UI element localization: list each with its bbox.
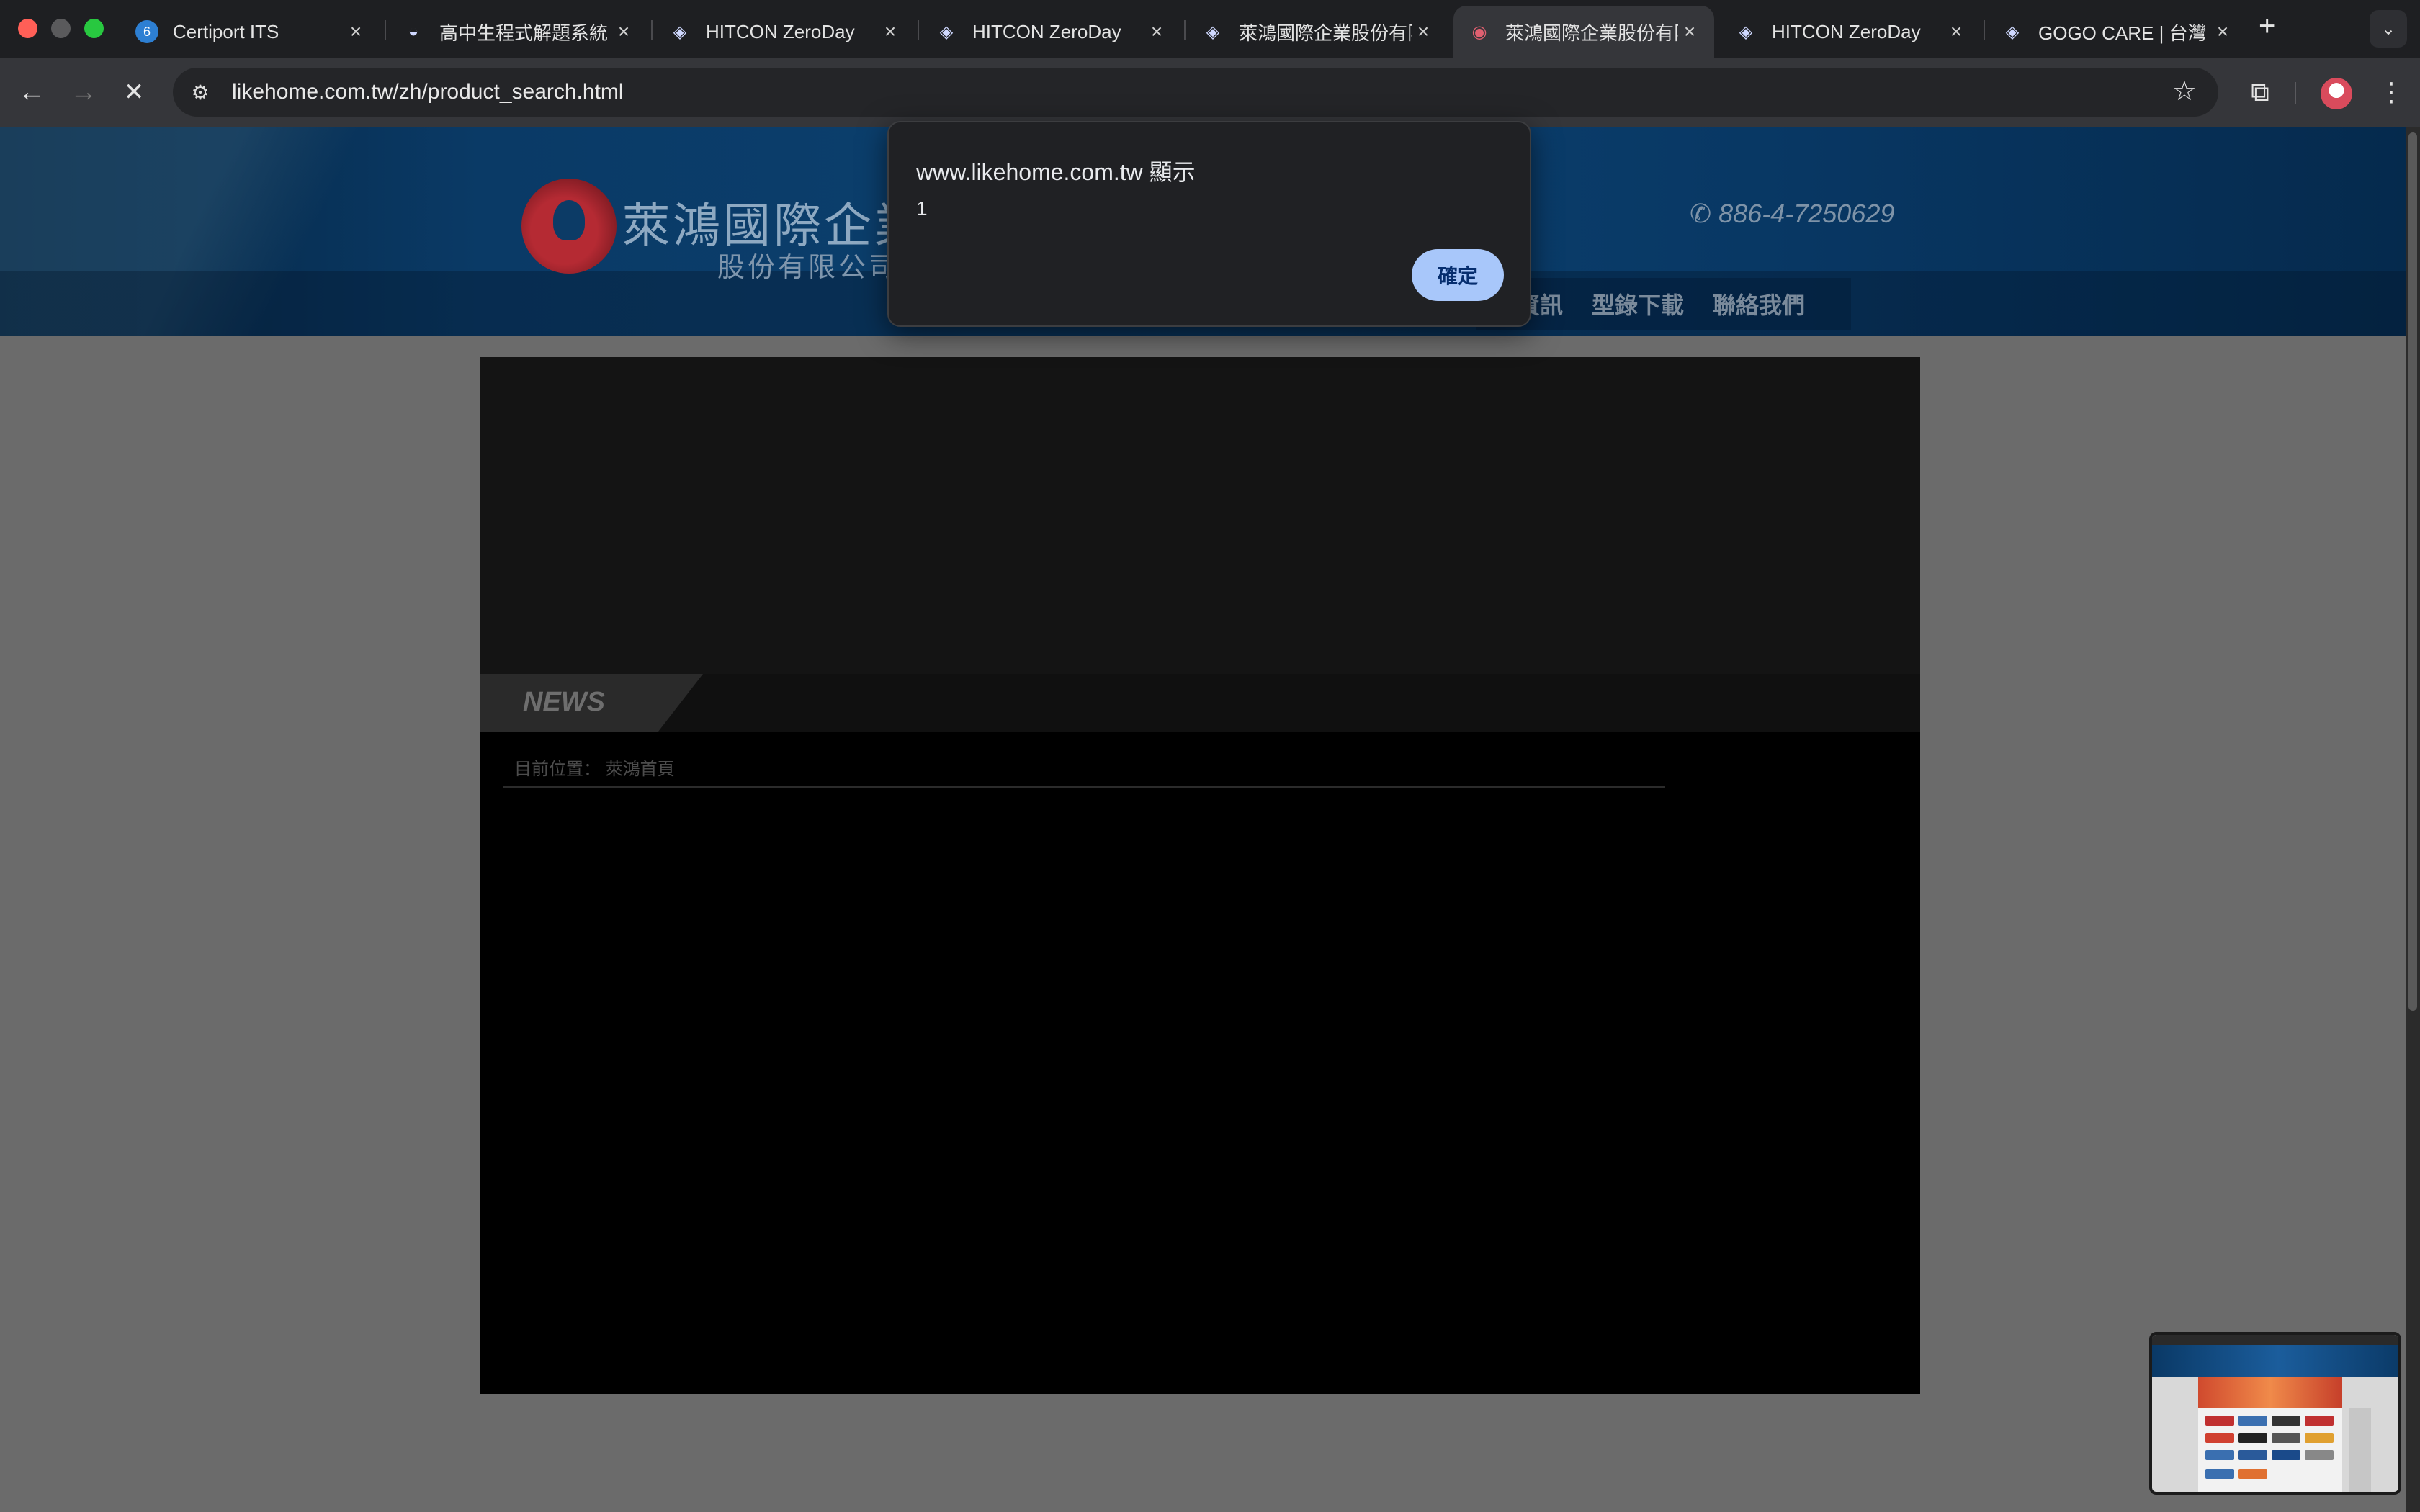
- hitcon-icon: ◈: [673, 22, 687, 42]
- tab-hitcon-1[interactable]: ◈ HITCON ZeroDay ×: [654, 6, 915, 58]
- tab-title: HITCON ZeroDay: [1772, 20, 1921, 42]
- alert-ok-button[interactable]: 確定: [1412, 249, 1504, 301]
- browser-menu-icon[interactable]: ⋮: [2377, 73, 2406, 111]
- tab-likehome-active[interactable]: ◉ 萊鴻國際企業股份有限 ×: [1453, 6, 1714, 58]
- nav-item-contact[interactable]: 聯絡我們: [1713, 287, 1805, 320]
- close-tab-icon[interactable]: ×: [1412, 20, 1435, 43]
- content-column: NEWS 目前位置： 萊鴻首頁: [480, 357, 1920, 1394]
- thumbnail-item: [2238, 1433, 2267, 1443]
- close-tab-icon[interactable]: ×: [1945, 20, 1968, 43]
- hitcon-icon: ◈: [2005, 22, 2020, 42]
- back-button[interactable]: ←: [13, 73, 50, 111]
- thumbnail-body: [2198, 1408, 2342, 1492]
- tab-gogocare[interactable]: ◈ GOGO CARE | 台灣 ×: [1986, 6, 2247, 58]
- thumbnail-item: [2238, 1469, 2267, 1479]
- company-suffix: 股份有限公司: [717, 253, 900, 283]
- tab-likehome-1[interactable]: ◈ 萊鴻國際企業股份有限 ×: [1187, 6, 1448, 58]
- likehome-icon: ◉: [1471, 22, 1487, 42]
- alert-title: www.likehome.com.tw 顯示: [916, 159, 1196, 185]
- extensions-icon[interactable]: ⧉: [2241, 73, 2279, 111]
- certiport-icon: 6: [135, 20, 158, 43]
- zerojudge-icon: ◒: [408, 22, 419, 41]
- thumbnail-item: [2305, 1450, 2334, 1460]
- hitcon-icon: ◈: [1206, 22, 1220, 42]
- close-tab-icon[interactable]: ×: [1678, 20, 1701, 43]
- tab-certiport[interactable]: 6 Certiport ITS ×: [121, 6, 380, 58]
- tab-title: HITCON ZeroDay: [706, 20, 855, 42]
- thumbnail-item: [2205, 1416, 2234, 1426]
- minimize-window-button[interactable]: [51, 19, 71, 38]
- thumbnail-item: [2238, 1416, 2267, 1426]
- stop-loading-button[interactable]: ✕: [115, 73, 153, 111]
- tab-zerojudge[interactable]: ◒ 高中生程式解題系統 ×: [387, 6, 648, 58]
- close-tab-icon[interactable]: ×: [1145, 20, 1168, 43]
- close-tab-icon[interactable]: ×: [344, 20, 367, 43]
- hitcon-icon: ◈: [1739, 22, 1753, 42]
- forward-button[interactable]: →: [65, 73, 102, 111]
- tab-separator: [1184, 20, 1186, 40]
- news-bar: NEWS: [480, 674, 1920, 732]
- page-viewport: 萊鴻國際企業 股份有限公司 ✆886-4-7250629 購資訊 型錄下載 聯絡…: [0, 127, 2406, 1512]
- hitcon-icon: ◈: [939, 22, 954, 42]
- thumbnail-item: [2205, 1433, 2234, 1443]
- thumbnail-item: [2238, 1450, 2267, 1460]
- page-scrollbar[interactable]: [2406, 127, 2420, 1512]
- tab-hitcon-3[interactable]: ◈ HITCON ZeroDay ×: [1720, 6, 1981, 58]
- scrollbar-thumb[interactable]: [2408, 132, 2417, 1011]
- window-preview-thumbnail[interactable]: [2149, 1332, 2401, 1495]
- breadcrumb-home-link[interactable]: 萊鴻首頁: [606, 760, 675, 779]
- address-bar[interactable]: ⚙ likehome.com.tw/zh/product_search.html…: [173, 68, 2218, 117]
- breadcrumb-divider: [503, 786, 1665, 788]
- tab-search-icon[interactable]: ⌄: [2370, 10, 2407, 48]
- alert-dialog: www.likehome.com.tw 顯示 1 確定: [887, 121, 1531, 327]
- thumbnail-item: [2205, 1469, 2234, 1479]
- tab-title: 高中生程式解題系統: [439, 22, 609, 44]
- close-tab-icon[interactable]: ×: [879, 20, 902, 43]
- thumbnail-chrome: [2152, 1335, 2398, 1345]
- tab-separator: [1984, 20, 1985, 40]
- tab-separator: [385, 20, 386, 40]
- close-tab-icon[interactable]: ×: [2211, 20, 2234, 43]
- thumbnail-banner: [2198, 1377, 2342, 1408]
- new-tab-button[interactable]: +: [2259, 10, 2275, 42]
- tab-title: Certiport ITS: [173, 20, 279, 42]
- url-text[interactable]: likehome.com.tw/zh/product_search.html: [232, 80, 624, 104]
- phone-icon: ✆: [1690, 199, 1712, 228]
- news-heading: NEWS: [523, 687, 605, 717]
- profile-avatar[interactable]: [2321, 78, 2352, 109]
- thumbnail-item: [2305, 1433, 2334, 1443]
- phone-text: 886-4-7250629: [1718, 199, 1895, 228]
- thumbnail-sidebar: [2349, 1408, 2371, 1492]
- tab-title: 萊鴻國際企業股份有限: [1239, 22, 1412, 44]
- thumbnail-item: [2272, 1416, 2300, 1426]
- tab-title: 萊鴻國際企業股份有限: [1505, 22, 1678, 44]
- toolbar-separator: [2295, 82, 2296, 104]
- tab-strip: 6 Certiport ITS × ◒ 高中生程式解題系統 × ◈ HITCON…: [0, 0, 2420, 58]
- maximize-window-button[interactable]: [84, 19, 104, 38]
- tab-title: GOGO CARE | 台灣: [2038, 22, 2207, 44]
- thumbnail-item: [2305, 1416, 2334, 1426]
- bookmark-star-icon[interactable]: ☆: [2172, 75, 2197, 107]
- tab-separator: [651, 20, 653, 40]
- site-info-icon[interactable]: ⚙: [182, 73, 219, 111]
- thumbnail-header: [2152, 1345, 2398, 1377]
- company-logo-icon[interactable]: [521, 179, 617, 274]
- browser-toolbar: ← → ✕ ⚙ likehome.com.tw/zh/product_searc…: [0, 58, 2420, 127]
- alert-message: 1: [916, 197, 928, 220]
- nav-item-catalog-download[interactable]: 型錄下載: [1592, 287, 1684, 320]
- banner-area: [480, 357, 1920, 674]
- main-nav: 購資訊 型錄下載 聯絡我們: [1476, 278, 1852, 330]
- breadcrumb: 目前位置： 萊鴻首頁: [514, 755, 675, 780]
- close-window-button[interactable]: [18, 19, 37, 38]
- close-tab-icon[interactable]: ×: [612, 20, 635, 43]
- tab-separator: [918, 20, 919, 40]
- phone-number: ✆ 886-4-7250629: [1690, 199, 1894, 229]
- tab-hitcon-2[interactable]: ◈ HITCON ZeroDay ×: [920, 6, 1181, 58]
- thumbnail-item: [2272, 1450, 2300, 1460]
- breadcrumb-label: 目前位置：: [514, 760, 601, 779]
- thumbnail-item: [2272, 1433, 2300, 1443]
- thumbnail-item: [2205, 1450, 2234, 1460]
- tab-title: HITCON ZeroDay: [972, 20, 1121, 42]
